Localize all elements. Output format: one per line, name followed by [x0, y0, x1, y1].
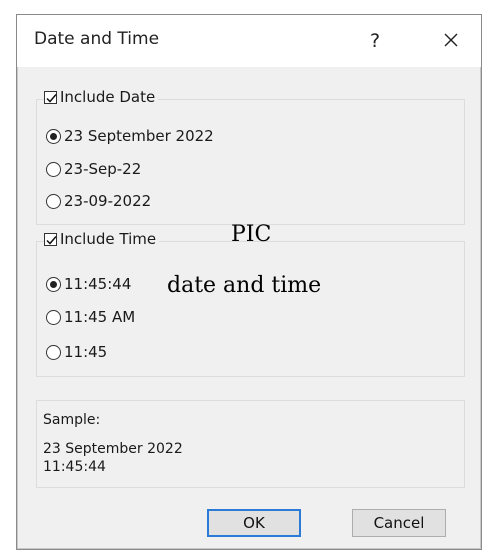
checkmark-icon	[46, 93, 57, 103]
include-date-checkbox-box[interactable]	[44, 90, 57, 104]
time-option-ampm[interactable]: 11:45 AM	[46, 308, 135, 326]
date-option-short-radio[interactable]	[46, 161, 61, 177]
time-option-short-label: 11:45	[64, 343, 108, 361]
annotation-pic: PIC	[231, 222, 272, 247]
time-option-seconds-radio[interactable]	[46, 276, 61, 292]
include-time-label: Include Time	[60, 230, 157, 248]
sample-line-date: 23 September 2022	[43, 441, 183, 457]
date-option-numeric-radio[interactable]	[46, 193, 61, 209]
date-option-long[interactable]: 23 September 2022	[46, 127, 214, 145]
date-option-short[interactable]: 23-Sep-22	[46, 160, 141, 178]
help-button[interactable]: ?	[355, 25, 395, 57]
date-option-long-label: 23 September 2022	[64, 127, 214, 145]
include-date-checkbox[interactable]: Include Date	[44, 88, 159, 106]
include-date-label: Include Date	[60, 88, 156, 106]
dialog-title: Date and Time	[34, 29, 160, 49]
date-option-short-label: 23-Sep-22	[64, 160, 142, 178]
checkmark-icon	[46, 235, 57, 245]
time-option-short-radio[interactable]	[46, 344, 61, 360]
include-time-checkbox-box[interactable]	[44, 232, 57, 246]
sample-label: Sample:	[43, 412, 101, 428]
date-option-numeric[interactable]: 23-09-2022	[46, 192, 151, 210]
sample-group: Sample: 23 September 2022 11:45:44	[36, 400, 465, 488]
time-option-seconds-label: 11:45:44	[64, 275, 132, 293]
include-time-checkbox[interactable]: Include Time	[44, 230, 160, 248]
date-option-numeric-label: 23-09-2022	[64, 192, 152, 210]
sample-line-time: 11:45:44	[43, 459, 106, 475]
date-option-long-radio[interactable]	[46, 128, 61, 144]
time-option-ampm-radio[interactable]	[46, 309, 61, 325]
time-option-short[interactable]: 11:45	[46, 343, 107, 361]
time-option-seconds[interactable]: 11:45:44	[46, 275, 131, 293]
annotation-date-and-time: date and time	[167, 273, 322, 298]
ok-button[interactable]: OK	[207, 509, 301, 537]
time-option-ampm-label: 11:45 AM	[64, 308, 136, 326]
cancel-button[interactable]: Cancel	[352, 509, 446, 537]
title-bar: Date and Time ?	[17, 15, 481, 67]
date-group: Include Date 23 September 2022 23-Sep-22…	[36, 88, 465, 225]
date-time-dialog: Date and Time ? Include Date 23 Septembe…	[16, 14, 482, 550]
time-group: Include Time 11:45:44 11:45 AM 11:45	[36, 230, 465, 377]
close-icon	[444, 33, 458, 47]
close-button[interactable]	[429, 23, 473, 57]
